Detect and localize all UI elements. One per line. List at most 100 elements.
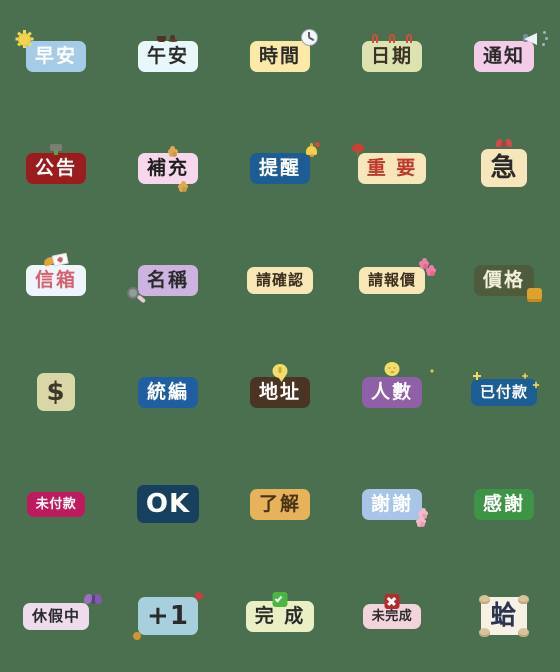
sticker-shi-jian[interactable]: 時間 <box>249 28 318 72</box>
sticker-cell-ri-qi[interactable]: 日期 <box>336 0 448 112</box>
sticker-bu-chong[interactable]: 補充 <box>137 145 198 192</box>
sticker-cell-xiu-jia-zhong[interactable]: 休假中 <box>0 560 112 672</box>
sparkle-icon <box>430 368 434 373</box>
sticker-qing-que-ren[interactable]: 請確認 <box>246 266 313 294</box>
clock-icon <box>301 28 318 46</box>
sticker-wei-fu-kuan[interactable]: 未付款 <box>26 491 86 517</box>
sticker-xie-xie[interactable]: 謝謝 <box>361 488 428 527</box>
mail-icon <box>43 251 69 270</box>
sticker-label: 公告 <box>34 156 77 179</box>
sticker-cell-wei-wan-cheng[interactable]: 未完成 <box>336 560 448 672</box>
sticker-cell-zhong-yao[interactable]: 重 要 <box>336 112 448 224</box>
sticker-label: +1 <box>147 601 189 631</box>
sticker-ming-cheng[interactable]: 名稱 <box>126 264 198 303</box>
sticker-cell-ge[interactable]: 蛤 <box>448 560 560 672</box>
sticker-xin-xiang[interactable]: 信箱 <box>25 252 86 296</box>
sticker-cell-xin-xiang[interactable]: 信箱 <box>0 224 112 336</box>
sticker-label: 人數 <box>370 380 413 403</box>
sticker-cell-zao-an[interactable]: 早安 <box>0 0 112 112</box>
sticker-cell-tong-bian[interactable]: 統編 <box>112 336 224 448</box>
sticker-zhong-yao[interactable]: 重 要 <box>351 143 427 184</box>
sticker-cell-ren-shu[interactable]: 人數 <box>336 336 448 448</box>
sticker-label: 統編 <box>146 380 189 403</box>
sticker-label: 午安 <box>146 44 189 67</box>
sticker-ji[interactable]: 急 <box>481 139 527 187</box>
sticker-cell-gong-gao[interactable]: 公告 <box>0 112 112 224</box>
sticker-liao-jie[interactable]: 了解 <box>249 488 310 520</box>
sticker-cell-wan-cheng[interactable]: 完 成 <box>224 560 336 672</box>
sticker-cell-bu-chong[interactable]: 補充 <box>112 112 224 224</box>
sticker-cell-shi-jian[interactable]: 時間 <box>224 0 336 112</box>
sticker-cell-ji[interactable]: 急 <box>448 112 560 224</box>
sticker-gong-gao[interactable]: 公告 <box>25 143 86 184</box>
sticker-cell-ming-cheng[interactable]: 名稱 <box>112 224 224 336</box>
sticker-cell-liao-jie[interactable]: 了解 <box>224 448 336 560</box>
sticker-label: 早安 <box>34 44 77 67</box>
sticker-xiu-jia-zhong[interactable]: 休假中 <box>22 593 102 630</box>
red-dot-icon <box>194 592 203 600</box>
sticker-label: 謝謝 <box>370 492 413 515</box>
sticker-cell-ti-xing[interactable]: 提醒 <box>224 112 336 224</box>
flower-icon <box>426 264 436 276</box>
eraser-icon <box>527 287 542 302</box>
shell-icon <box>517 595 529 604</box>
sticker-label: 已付款 <box>479 382 528 401</box>
sticker-cell-qing-que-ren[interactable]: 請確認 <box>224 224 336 336</box>
sticker-label: 急 <box>490 153 518 183</box>
sticker-plus-one[interactable]: +1 <box>133 592 203 640</box>
sticker-cell-ok[interactable]: OK <box>112 448 224 560</box>
coffee-icon <box>156 34 179 43</box>
sticker-gan-xie[interactable]: 感謝 <box>473 488 534 520</box>
sticker-cell-gan-xie[interactable]: 感謝 <box>448 448 560 560</box>
orange-dot-icon <box>133 632 142 640</box>
ribbon-bow-icon <box>495 139 512 151</box>
sticker-cell-qing-bao-jia[interactable]: 請報價 <box>336 224 448 336</box>
sticker-cell-xie-xie[interactable]: 謝謝 <box>336 448 448 560</box>
sparkle-icon <box>532 381 540 388</box>
sticker-tong-bian[interactable]: 統編 <box>137 376 198 408</box>
sparkle-icon <box>472 371 481 380</box>
sticker-label: 日期 <box>370 44 413 67</box>
sticker-wan-cheng[interactable]: 完 成 <box>245 591 315 632</box>
sticker-label: 提醒 <box>258 156 301 179</box>
sticker-label: $ <box>46 377 66 407</box>
sticker-cell-yi-fu-kuan[interactable]: 已付款 <box>448 336 560 448</box>
sticker-jia-ge[interactable]: 價格 <box>473 264 542 302</box>
sticker-ri-qi[interactable]: 日期 <box>361 33 422 72</box>
sticker-label: 地址 <box>258 380 301 403</box>
shell-icon <box>479 628 491 637</box>
shell-icon <box>479 595 491 604</box>
sticker-label: 請確認 <box>255 270 304 289</box>
sticker-cell-jia-ge[interactable]: 價格 <box>448 224 560 336</box>
sticker-wei-wan-cheng[interactable]: 未完成 <box>362 593 422 629</box>
sticker-cell-dollar[interactable]: $ <box>0 336 112 448</box>
flower-icon <box>418 507 428 519</box>
sticker-label: 時間 <box>258 44 301 67</box>
sticker-label: OK <box>145 489 191 519</box>
sticker-label: 完 成 <box>254 604 306 627</box>
sticker-ok[interactable]: OK <box>136 485 200 523</box>
cross-badge-icon <box>384 593 400 609</box>
sticker-tong-zhi[interactable]: 通知 <box>473 30 548 72</box>
sticker-qing-bao-jia[interactable]: 請報價 <box>358 257 436 294</box>
magnifier-icon <box>126 286 147 307</box>
sticker-di-zhi[interactable]: 地址 <box>249 363 310 408</box>
sticker-cell-di-zhi[interactable]: 地址 <box>224 336 336 448</box>
sticker-wu-an[interactable]: 午安 <box>137 34 198 72</box>
sticker-label: 價格 <box>482 268 525 291</box>
flower-icon <box>416 515 426 527</box>
sticker-label: 未完成 <box>371 608 413 624</box>
sticker-dollar[interactable]: $ <box>37 373 75 411</box>
sticker-cell-wu-an[interactable]: 午安 <box>112 0 224 112</box>
sticker-zao-an[interactable]: 早安 <box>15 29 86 72</box>
flower-icon <box>167 145 178 157</box>
sticker-cell-tong-zhi[interactable]: 通知 <box>448 0 560 112</box>
shell-icon <box>517 628 529 637</box>
sticker-ge[interactable]: 蛤 <box>479 595 529 637</box>
sticker-ren-shu[interactable]: 人數 <box>361 361 434 408</box>
sticker-cell-plus-one[interactable]: +1 <box>112 560 224 672</box>
sticker-cell-wei-fu-kuan[interactable]: 未付款 <box>0 448 112 560</box>
sticker-ti-xing[interactable]: 提醒 <box>249 141 320 184</box>
sticker-yi-fu-kuan[interactable]: 已付款 <box>470 371 540 406</box>
sticker-label: 休假中 <box>31 606 80 625</box>
